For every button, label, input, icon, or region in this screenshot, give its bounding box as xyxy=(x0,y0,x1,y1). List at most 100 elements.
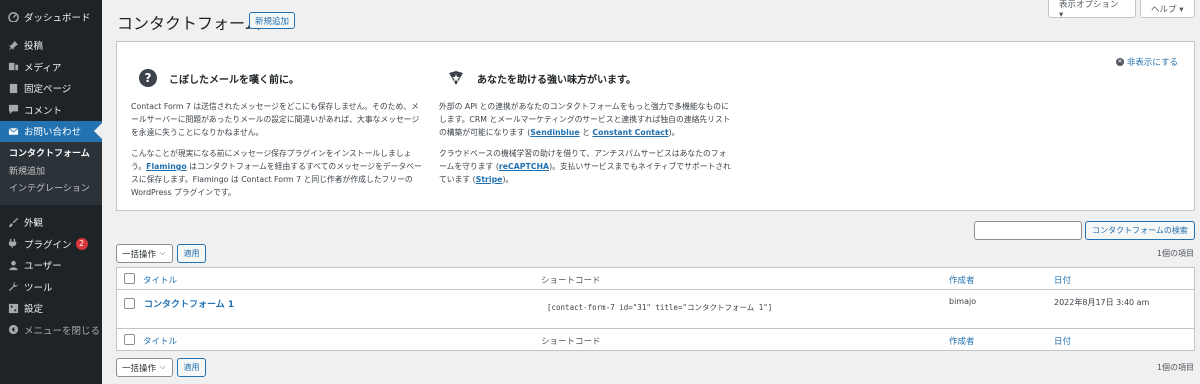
media-icon xyxy=(7,61,19,73)
menu-posts-label: 投稿 xyxy=(24,41,44,53)
left-paragraph-1: Contact Form 7 は送信されたメッセージをどこにも保存しません。その… xyxy=(131,102,420,137)
left-paragraph-2: こんなことが現実になる前にメッセージ保存プラグインをインストールしましょう。Fl… xyxy=(131,147,423,199)
flamingo-link[interactable]: Flamingo xyxy=(146,162,187,171)
menu-pages[interactable]: 固定ページ xyxy=(0,78,102,100)
select-all-checkbox[interactable] xyxy=(124,273,135,284)
column-date-footer[interactable]: 日付 xyxy=(1054,335,1071,347)
column-author-footer[interactable]: 作成者 xyxy=(949,335,975,347)
bulk-action-label-bottom: 一括操作 xyxy=(122,363,157,374)
close-icon: ✕ xyxy=(1115,58,1124,66)
author-name: bimajo xyxy=(949,297,977,306)
row-checkbox[interactable] xyxy=(124,298,135,309)
submenu-integration[interactable]: インテグレーション xyxy=(0,181,102,199)
menu-pages-label: 固定ページ xyxy=(24,84,72,96)
table-footer: タイトル ショートコード 作成者 日付 xyxy=(117,328,1194,350)
menu-media[interactable]: メディア xyxy=(0,56,102,78)
right-heading-text: あなたを助ける強い味方がいます。 xyxy=(477,74,636,86)
forms-table: タイトル ショートコード 作成者 日付 コンタクトフォーム 1 [contact… xyxy=(116,267,1195,351)
column-title-header[interactable]: タイトル xyxy=(143,274,177,286)
envelope-icon xyxy=(7,125,19,137)
bulk-action-select-top[interactable]: 一括操作 ⌵ xyxy=(116,244,173,263)
shortcode-text[interactable]: [contact-form-7 id="31" title="コンタクトフォーム… xyxy=(547,302,772,313)
dismiss-label: 非表示にする xyxy=(1126,58,1178,68)
right-paragraph-1: 外部の API との連携があなたのコンタクトフォームをもっと強力で多機能なものに… xyxy=(439,100,731,139)
sendinblue-link[interactable]: Sendinblue xyxy=(530,128,579,137)
table-row: コンタクトフォーム 1 [contact-form-7 id="31" titl… xyxy=(117,290,1194,328)
column-date-header[interactable]: 日付 xyxy=(1054,274,1071,286)
menu-comments[interactable]: コメント xyxy=(0,99,102,121)
left-heading-text: こぼしたメールを嘆く前に。 xyxy=(169,74,299,86)
wrench-icon xyxy=(7,281,19,293)
dismiss-welcome-link[interactable]: ✕ 非表示にする xyxy=(1115,56,1178,68)
stripe-link[interactable]: Stripe xyxy=(476,175,503,184)
menu-users[interactable]: ユーザー xyxy=(0,255,102,277)
plugin-icon xyxy=(7,238,19,250)
submenu-contact-forms[interactable]: コンタクトフォーム xyxy=(0,146,102,164)
welcome-right-column: あなたを助ける強い味方がいます。 外部の API との連携があなたのコンタクトフ… xyxy=(439,68,731,194)
menu-settings-label: 設定 xyxy=(24,304,44,316)
question-mark-icon: ? xyxy=(139,69,157,87)
menu-contact[interactable]: お問い合わせ xyxy=(0,120,102,142)
submenu-add-new[interactable]: 新規追加 xyxy=(0,164,102,182)
menu-dashboard-label: ダッシュボード xyxy=(24,12,91,24)
form-title-link[interactable]: コンタクトフォーム 1 xyxy=(144,297,234,310)
comment-icon xyxy=(7,104,19,116)
items-count-bottom: 1個の項目 xyxy=(1156,363,1194,372)
search-input[interactable] xyxy=(974,221,1082,240)
column-shortcode-footer: ショートコード xyxy=(541,337,601,347)
page-icon xyxy=(7,82,19,94)
constant-contact-link[interactable]: Constant Contact xyxy=(592,128,668,137)
help-button[interactable]: ヘルプ ▾ xyxy=(1140,0,1195,18)
chevron-down-icon: ⌵ xyxy=(160,363,166,371)
right-paragraph-2: クラウドベースの機械学習の助けを借りて、アンチスパムサービスはあなたのフォームを… xyxy=(439,147,731,186)
menu-posts[interactable]: 投稿 xyxy=(0,35,102,57)
menu-plugins-label: プラグイン xyxy=(24,239,72,251)
column-shortcode-header: ショートコード xyxy=(541,276,601,286)
menu-dashboard[interactable]: ダッシュボード xyxy=(0,6,102,28)
chevron-down-icon: ⌵ xyxy=(160,249,166,257)
add-new-button[interactable]: 新規追加 xyxy=(249,12,296,29)
paintbrush-icon xyxy=(7,216,19,228)
date-value: 2022年8月17日 3:40 am xyxy=(1054,298,1150,307)
plugins-update-badge: 2 xyxy=(75,237,88,250)
recaptcha-link[interactable]: reCAPTCHA xyxy=(499,162,549,171)
screen-options-button[interactable]: 表示オプション ▾ xyxy=(1048,0,1136,20)
collapse-menu-label: メニューを閉じる xyxy=(24,325,101,337)
apply-button-bottom[interactable]: 適用 xyxy=(177,358,206,377)
menu-appearance-label: 外観 xyxy=(24,218,44,230)
column-title-footer[interactable]: タイトル xyxy=(143,335,177,347)
collapse-menu-button[interactable]: メニューを閉じる xyxy=(0,319,102,341)
contact-submenu: コンタクトフォーム 新規追加 インテグレーション xyxy=(0,142,102,205)
collapse-arrow-icon xyxy=(7,324,19,336)
bulk-action-select-bottom[interactable]: 一括操作 ⌵ xyxy=(116,358,173,377)
welcome-panel: ✕ 非表示にする ? こぼしたメールを嘆く前に。 Contact Form 7 … xyxy=(116,41,1195,211)
settings-icon xyxy=(7,302,19,314)
page-title: コンタクトフォーム xyxy=(117,14,261,33)
menu-appearance[interactable]: 外観 xyxy=(0,212,102,234)
menu-contact-label: お問い合わせ xyxy=(24,127,82,139)
column-author-header[interactable]: 作成者 xyxy=(949,274,975,286)
right-p1-text-mid: と xyxy=(579,128,593,137)
pushpin-icon xyxy=(7,39,19,51)
menu-comments-label: コメント xyxy=(24,105,63,117)
menu-media-label: メディア xyxy=(24,62,62,74)
admin-sidebar: ダッシュボード 投稿 メディア 固定ページ コメント お問い合わせ コンタクトフ… xyxy=(0,0,102,384)
right-p2-text-c: )。 xyxy=(502,175,514,184)
bulk-action-label: 一括操作 xyxy=(122,249,157,260)
search-button[interactable]: コンタクトフォームの検索 xyxy=(1085,221,1195,240)
right-p1-text-b: )。 xyxy=(668,128,680,137)
dashboard-icon xyxy=(7,11,19,23)
table-header: タイトル ショートコード 作成者 日付 xyxy=(117,268,1194,290)
shield-star-icon xyxy=(447,69,465,87)
right-heading: あなたを助ける強い味方がいます。 xyxy=(439,68,731,88)
menu-plugins[interactable]: プラグイン 2 xyxy=(0,233,102,255)
menu-users-label: ユーザー xyxy=(24,261,62,273)
welcome-left-column: ? こぼしたメールを嘆く前に。 Contact Form 7 は送信されたメッセ… xyxy=(131,68,423,207)
user-icon xyxy=(7,259,19,271)
menu-tools-label: ツール xyxy=(24,282,53,294)
menu-settings[interactable]: 設定 xyxy=(0,298,102,320)
select-all-checkbox-footer[interactable] xyxy=(124,334,135,345)
left-heading: ? こぼしたメールを嘆く前に。 xyxy=(131,68,423,88)
apply-button-top[interactable]: 適用 xyxy=(177,244,206,263)
menu-tools[interactable]: ツール xyxy=(0,276,102,298)
